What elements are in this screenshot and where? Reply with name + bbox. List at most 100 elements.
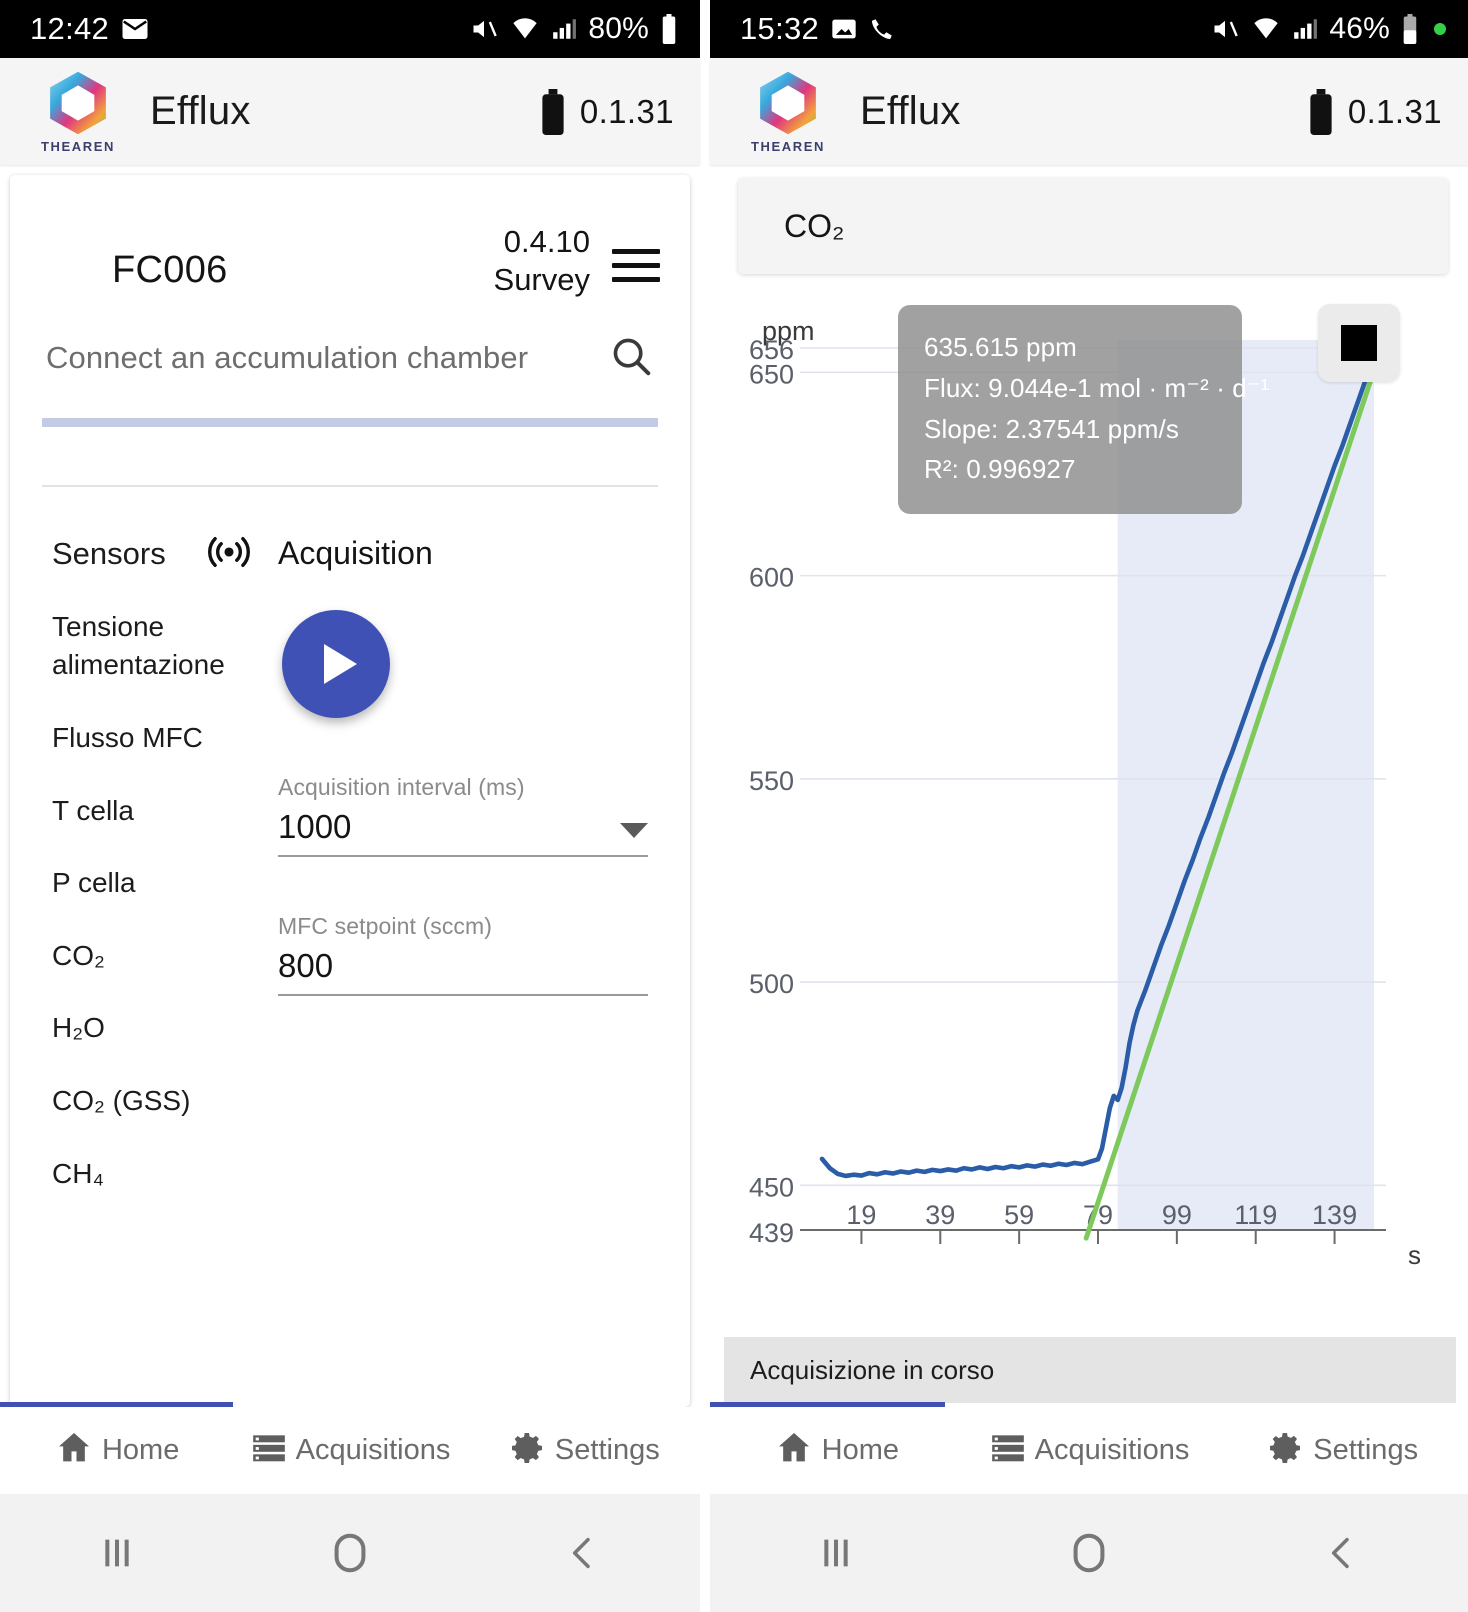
brand-wordmark: THEAREN [41, 139, 115, 154]
search-placeholder: Connect an accumulation chamber [46, 340, 528, 376]
acquisition-title: Acquisition [278, 535, 648, 572]
home-button[interactable] [963, 1527, 1216, 1579]
sensor-item[interactable]: H₂O [52, 1009, 278, 1048]
nav-item-settings[interactable]: Settings [1215, 1428, 1468, 1473]
sensor-label: P cella [52, 867, 136, 898]
image-icon [830, 15, 858, 43]
mfc-setpoint-label: MFC setpoint (sccm) [278, 913, 648, 940]
firmware-version: 0.1.31 [580, 93, 674, 131]
wifi-icon [1251, 15, 1281, 43]
nav-item-home[interactable]: Home [710, 1428, 963, 1473]
thearen-logo: THEAREN [28, 69, 128, 154]
search-progress-bar [42, 418, 658, 427]
list-icon [989, 1429, 1027, 1472]
sensor-item[interactable]: Tensione alimentazione [52, 608, 278, 685]
active-tab-indicator [710, 1402, 945, 1407]
battery-percent: 46% [1329, 12, 1390, 46]
firmware-version: 0.1.31 [1348, 93, 1442, 131]
mfc-setpoint-field[interactable]: MFC setpoint (sccm) 800 [278, 913, 648, 996]
measurement-tooltip: 635.615 ppm Flux: 9.044e-1 mol · m⁻² · d… [898, 305, 1242, 514]
mute-icon [1210, 15, 1240, 43]
x-axis-tick-label: 19 [846, 1200, 876, 1230]
chamber-search-field[interactable]: Connect an accumulation chamber [10, 333, 690, 384]
recents-button[interactable] [710, 1530, 963, 1576]
home-icon [54, 1428, 94, 1473]
app-bar: THEAREN Efflux 0.1.31 [0, 58, 700, 165]
sensor-label: T cella [52, 795, 134, 826]
start-acquisition-button[interactable] [282, 610, 390, 718]
message-icon [120, 14, 150, 44]
active-tab-indicator [0, 1402, 233, 1407]
nav-item-home[interactable]: Home [0, 1428, 233, 1473]
sensor-item[interactable]: Flusso MFC [52, 719, 278, 758]
acquisition-interval-field[interactable]: Acquisition interval (ms) 1000 [278, 774, 648, 857]
nav-item-acquisitions[interactable]: Acquisitions [233, 1429, 466, 1472]
acquisition-status-text: Acquisizione in corso [750, 1355, 994, 1386]
nav-label-settings: Settings [555, 1434, 660, 1467]
signal-icon [1292, 15, 1318, 43]
system-navigation-bar [710, 1494, 1468, 1612]
gear-icon [507, 1428, 547, 1473]
tooltip-concentration: 635.615 ppm [924, 327, 1216, 368]
device-version: 0.4.10 [494, 223, 590, 261]
co2-chart[interactable]: 450500550600650656439ppms193959799911913… [730, 300, 1458, 1310]
sensor-item[interactable]: CO₂ [52, 937, 278, 976]
system-navigation-bar [0, 1494, 700, 1612]
mfc-setpoint-value: 800 [278, 947, 333, 985]
play-icon [324, 644, 357, 684]
brand-wordmark: THEAREN [751, 139, 825, 154]
status-time: 15:32 [740, 11, 819, 47]
sensor-label: H₂O [52, 1012, 105, 1043]
recents-button[interactable] [0, 1530, 233, 1576]
x-axis-tick-label: 39 [925, 1200, 955, 1230]
gas-label: CO₂ [784, 208, 844, 245]
app-title: Efflux [860, 89, 961, 134]
list-icon [250, 1429, 288, 1472]
y-axis-tick-label: 450 [749, 1172, 794, 1202]
bottom-navigation: Home Acquisitions Settings [710, 1407, 1468, 1494]
hexagon-logo-icon [754, 69, 822, 137]
sensors-column: Sensors Tensione alimentazione [10, 535, 278, 1194]
app-title: Efflux [150, 89, 251, 134]
nav-label-home: Home [102, 1434, 179, 1467]
sensor-item[interactable]: P cella [52, 864, 278, 903]
gas-selector-card[interactable]: CO₂ [738, 178, 1448, 274]
nav-label-settings: Settings [1313, 1434, 1418, 1467]
chevron-down-icon[interactable] [620, 823, 648, 838]
wireless-signal-icon [206, 535, 252, 574]
back-button[interactable] [1215, 1529, 1468, 1577]
mute-icon [469, 15, 499, 43]
home-button[interactable] [233, 1527, 466, 1579]
tooltip-r2: R²: 0.996927 [924, 449, 1216, 490]
status-time: 12:42 [30, 11, 109, 47]
battery-icon [660, 14, 678, 44]
sensors-title: Sensors [52, 536, 166, 572]
dual-screenshot: 12:42 80% [0, 0, 1468, 1612]
stop-acquisition-button[interactable] [1318, 304, 1400, 382]
device-battery-icon [1308, 89, 1334, 135]
sensor-item[interactable]: CO₂ (GSS) [52, 1082, 278, 1121]
x-axis-unit-label: s [1408, 1240, 1421, 1270]
nav-item-acquisitions[interactable]: Acquisitions [963, 1429, 1216, 1472]
search-icon[interactable] [608, 333, 654, 384]
acquisition-column: Acquisition Acquisition interval (ms) 10… [278, 535, 690, 1194]
device-battery-icon [540, 89, 566, 135]
sensor-item[interactable]: T cella [52, 792, 278, 831]
sensor-label: CO₂ (GSS) [52, 1085, 190, 1116]
acquisition-status-bar: Acquisizione in corso [724, 1337, 1456, 1403]
android-status-bar: 15:32 46% [710, 0, 1468, 58]
signal-icon [551, 15, 577, 43]
back-button[interactable] [467, 1529, 700, 1577]
y-axis-tick-label: 550 [749, 766, 794, 796]
x-axis-tick-label: 139 [1312, 1200, 1357, 1230]
battery-icon [1401, 14, 1419, 44]
device-name: FC006 [112, 249, 228, 292]
x-axis-tick-label: 119 [1234, 1200, 1277, 1230]
hamburger-menu-icon[interactable] [612, 249, 660, 282]
nav-item-settings[interactable]: Settings [467, 1428, 700, 1473]
sensor-item[interactable]: CH₄ [52, 1155, 278, 1194]
y-axis-unit-label: ppm [762, 316, 815, 346]
device-meta: 0.4.10 Survey [494, 223, 590, 299]
sensor-label: CH₄ [52, 1158, 104, 1189]
recording-indicator-dot [1434, 23, 1446, 35]
